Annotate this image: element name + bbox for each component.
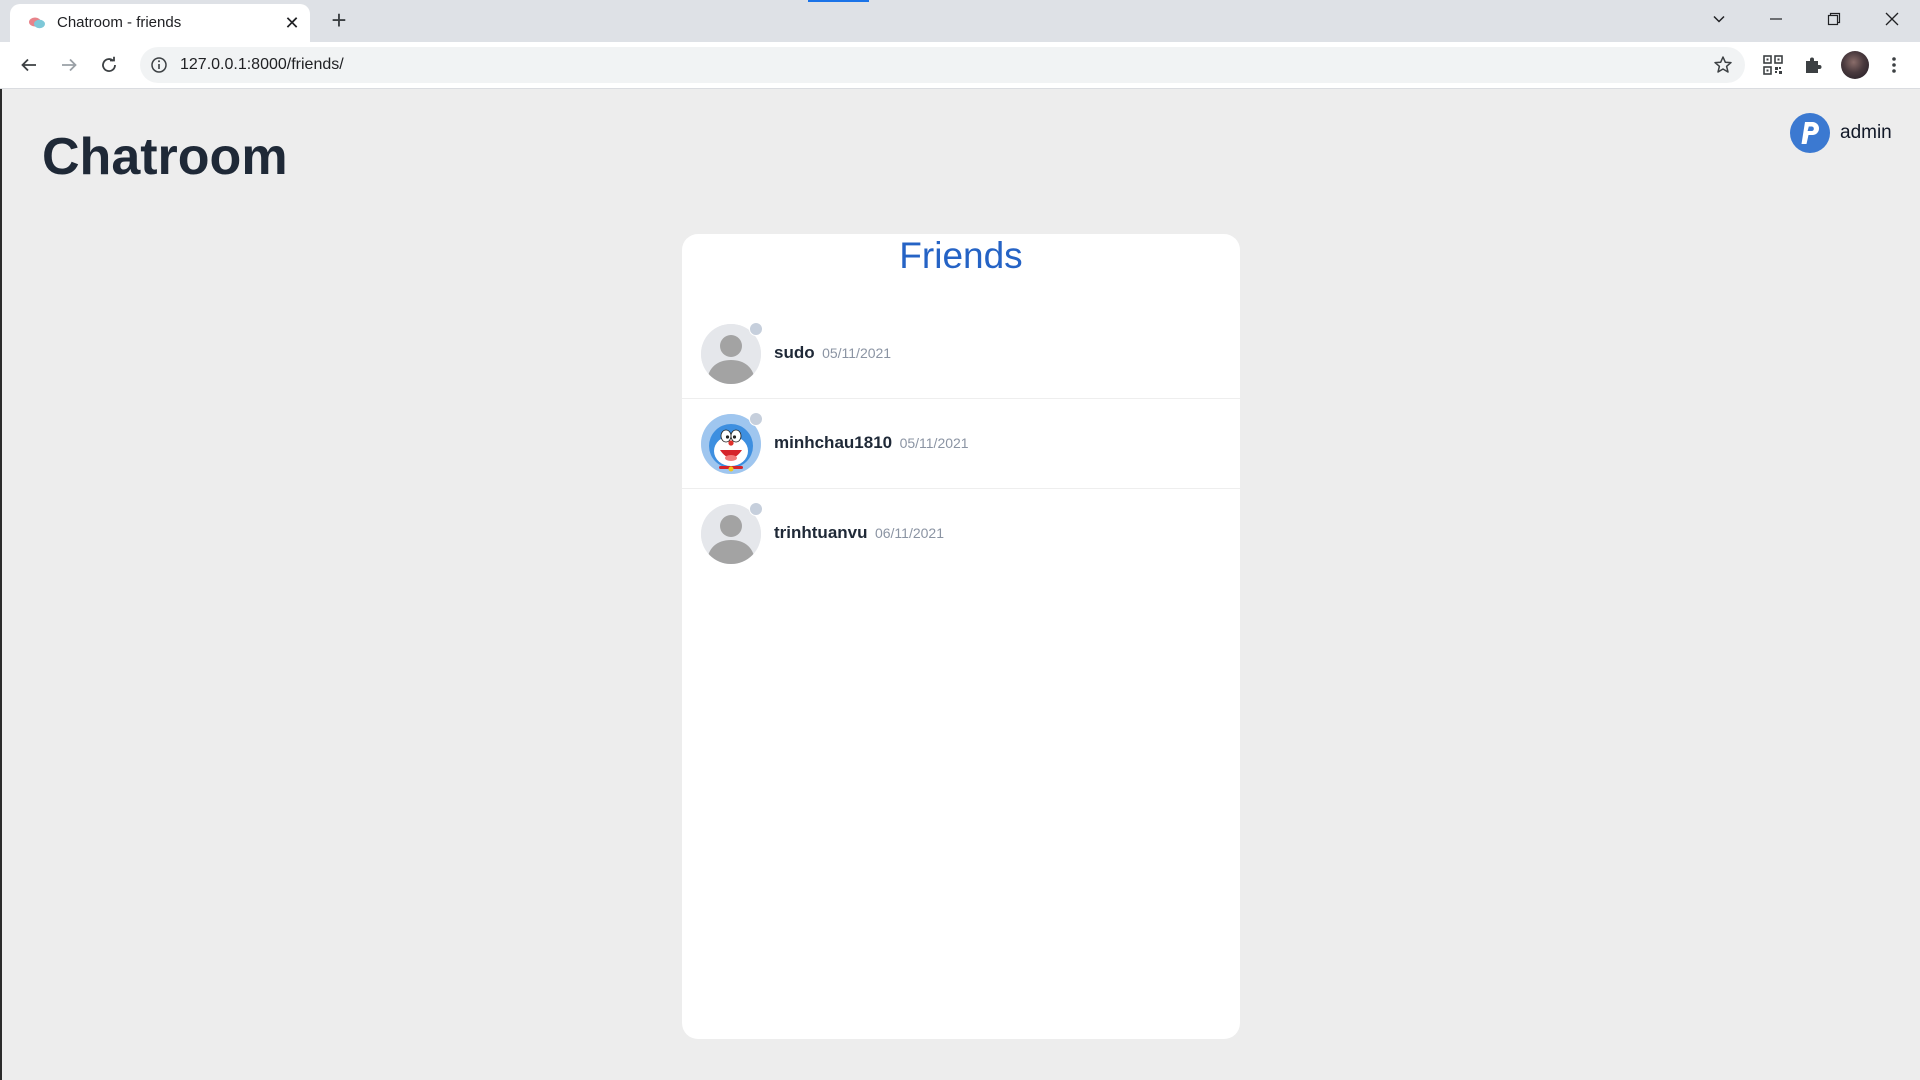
status-indicator — [749, 502, 763, 516]
status-indicator — [749, 322, 763, 336]
friend-date: 05/11/2021 — [899, 435, 969, 451]
close-icon[interactable]: ✕ — [282, 13, 302, 33]
friend-name: trinhtuanvu — [774, 523, 868, 542]
puzzle-icon[interactable] — [1802, 54, 1824, 76]
arrow-left-icon — [21, 58, 36, 72]
url-text[interactable]: 127.0.0.1:8000/friends/ — [180, 56, 344, 74]
friend-date: 05/11/2021 — [822, 345, 892, 361]
friends-panel: Friends sudo 05/11/2021 minhchau1810 05/… — [682, 234, 1240, 1039]
friend-date: 06/11/2021 — [874, 525, 944, 541]
status-indicator — [749, 412, 763, 426]
user-name[interactable]: admin — [1840, 122, 1892, 144]
user-avatar-letter-icon — [1801, 122, 1819, 144]
list-item[interactable]: minhchau1810 05/11/2021 — [682, 399, 1240, 489]
avatar — [701, 322, 763, 384]
close-window-button[interactable] — [1864, 0, 1920, 38]
close-icon — [1885, 12, 1899, 26]
user-menu[interactable]: admin — [1790, 113, 1892, 153]
back-button[interactable] — [13, 49, 45, 81]
page-title[interactable]: Chatroom — [42, 127, 288, 187]
restore-icon — [1827, 12, 1841, 26]
minimize-icon — [1770, 18, 1782, 20]
chevron-down-icon — [1713, 15, 1725, 23]
friend-name: sudo — [774, 343, 815, 362]
reload-icon — [102, 56, 116, 72]
user-avatar[interactable] — [1790, 113, 1830, 153]
minimize-button[interactable] — [1748, 0, 1804, 38]
browser-tabstrip: Chatroom - friends ✕ + — [0, 0, 1920, 42]
restore-button[interactable] — [1806, 0, 1862, 38]
panel-title: Friends — [899, 235, 1023, 276]
avatar — [701, 502, 763, 564]
friend-list: sudo 05/11/2021 minhchau1810 05/11/2021 … — [682, 309, 1240, 578]
browser-toolbar: 127.0.0.1:8000/friends/ — [0, 42, 1920, 89]
tab-title: Chatroom - friends — [57, 14, 182, 31]
window-edge — [0, 89, 2, 1080]
browser-tab[interactable]: Chatroom - friends ✕ — [10, 4, 310, 42]
reload-button[interactable] — [93, 49, 125, 81]
avatar — [701, 412, 763, 474]
plus-icon[interactable]: + — [326, 7, 352, 34]
loading-indicator — [808, 0, 869, 2]
tab-search-button[interactable] — [1691, 0, 1747, 38]
info-icon[interactable] — [150, 56, 168, 74]
list-item[interactable]: sudo 05/11/2021 — [682, 309, 1240, 399]
star-icon[interactable] — [1713, 55, 1733, 75]
address-bar[interactable]: 127.0.0.1:8000/friends/ — [140, 47, 1745, 83]
arrow-right-icon — [62, 58, 77, 72]
forward-button[interactable] — [53, 49, 85, 81]
list-item[interactable]: trinhtuanvu 06/11/2021 — [682, 489, 1240, 578]
friend-name: minhchau1810 — [774, 433, 893, 452]
qr-code-icon[interactable] — [1762, 54, 1784, 76]
kebab-menu-icon[interactable] — [1883, 54, 1905, 76]
page-content: Chatroom admin Friends sudo 05/11/2021 m… — [0, 89, 1920, 1080]
chat-bubbles-icon — [29, 17, 45, 29]
browser-profile-avatar[interactable] — [1841, 51, 1869, 79]
